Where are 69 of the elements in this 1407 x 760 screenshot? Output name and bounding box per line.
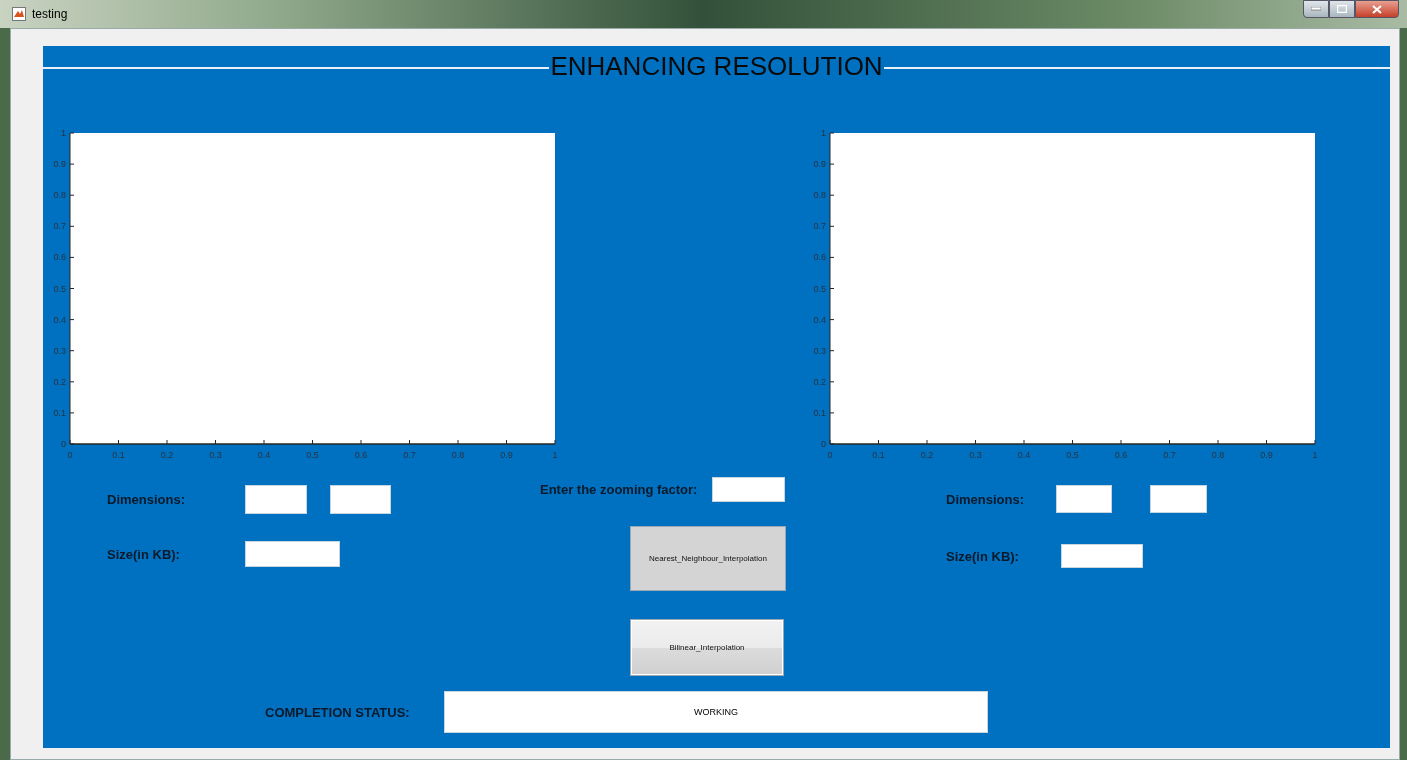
x-tick-label: 1 xyxy=(552,450,558,460)
x-tick-label: 0.7 xyxy=(403,450,416,460)
y-tick-label: 0.8 xyxy=(53,190,66,201)
status-label: COMPLETION STATUS: xyxy=(265,704,411,720)
status-field[interactable]: WORKING xyxy=(444,691,988,733)
y-tick-label: 0.1 xyxy=(813,407,826,418)
zoom-factor-label: Enter the zooming factor: xyxy=(539,482,699,497)
height-field[interactable] xyxy=(1150,485,1207,513)
y-tick-label: 0.6 xyxy=(53,252,66,263)
interpolation-button[interactable]: Nearest_Neighbour_Interpolation xyxy=(630,526,786,591)
x-tick-label: 1 xyxy=(1312,450,1318,460)
y-tick-label: 0.5 xyxy=(53,283,66,294)
minimize-button[interactable] xyxy=(1303,0,1329,18)
x-tick-label: 0.1 xyxy=(872,450,885,460)
size-field[interactable] xyxy=(1061,544,1143,568)
y-tick-label: 0.9 xyxy=(813,159,826,170)
maximize-button[interactable] xyxy=(1329,0,1355,18)
y-tick-label: 1 xyxy=(821,128,826,138)
panel-title: ENHANCING RESOLUTION xyxy=(549,50,884,82)
x-tick-label: 0.9 xyxy=(500,450,513,460)
y-tick-label: 0.6 xyxy=(813,252,826,263)
minimize-icon xyxy=(1311,7,1321,11)
y-tick-label: 0.1 xyxy=(53,407,66,418)
x-tick-label: 0.2 xyxy=(160,450,174,460)
close-icon xyxy=(1372,4,1382,14)
x-tick-label: 0.7 xyxy=(1163,450,1176,460)
zoom-factor-field[interactable] xyxy=(712,477,785,502)
y-tick-label: 0.2 xyxy=(813,376,826,387)
size-label: Size(in KB): xyxy=(107,546,181,562)
x-tick-label: 0.2 xyxy=(920,450,934,460)
y-tick-label: 1 xyxy=(61,128,66,138)
y-tick-label: 0.4 xyxy=(53,314,66,325)
x-tick-label: 0.8 xyxy=(451,450,465,460)
y-tick-label: 0.8 xyxy=(813,190,826,201)
y-tick-label: 0 xyxy=(61,439,66,449)
y-tick-label: 0 xyxy=(821,439,826,449)
x-tick-label: 0.5 xyxy=(1066,450,1079,460)
maximize-icon xyxy=(1337,5,1347,13)
y-tick-label: 0.9 xyxy=(53,159,66,170)
width-field[interactable] xyxy=(245,485,307,514)
y-tick-label: 0.7 xyxy=(53,221,66,232)
y-tick-label: 0.5 xyxy=(813,283,826,294)
dimensions-label: Dimensions: xyxy=(107,492,186,507)
x-tick-label: 0 xyxy=(827,450,833,460)
y-tick-label: 0.3 xyxy=(813,345,826,356)
x-tick-label: 0.4 xyxy=(257,450,271,460)
size-field[interactable] xyxy=(245,541,340,567)
x-tick-label: 0.3 xyxy=(969,450,982,460)
y-tick-label: 0.2 xyxy=(53,376,66,387)
height-field[interactable] xyxy=(330,485,391,514)
interpolation-button[interactable]: Bilinear_Interpolation xyxy=(630,619,784,676)
x-tick-label: 0.8 xyxy=(1211,450,1225,460)
size-label: Size(in KB): xyxy=(946,548,1020,564)
y-tick-label: 0.4 xyxy=(813,314,826,325)
x-tick-label: 0.4 xyxy=(1017,450,1031,460)
x-tick-label: 0.3 xyxy=(209,450,222,460)
x-tick-label: 0 xyxy=(67,450,73,460)
close-button[interactable] xyxy=(1355,0,1399,18)
y-tick-label: 0.3 xyxy=(53,345,66,356)
width-field[interactable] xyxy=(1056,485,1112,513)
x-tick-label: 0.6 xyxy=(354,450,368,460)
y-tick-label: 0.7 xyxy=(813,221,826,232)
x-tick-label: 0.5 xyxy=(306,450,319,460)
x-tick-label: 0.1 xyxy=(112,450,125,460)
x-tick-label: 0.6 xyxy=(1114,450,1128,460)
x-tick-label: 0.9 xyxy=(1260,450,1273,460)
app-icon xyxy=(12,7,26,21)
window-title: testing xyxy=(32,7,69,21)
dimensions-label: Dimensions: xyxy=(946,491,1025,507)
